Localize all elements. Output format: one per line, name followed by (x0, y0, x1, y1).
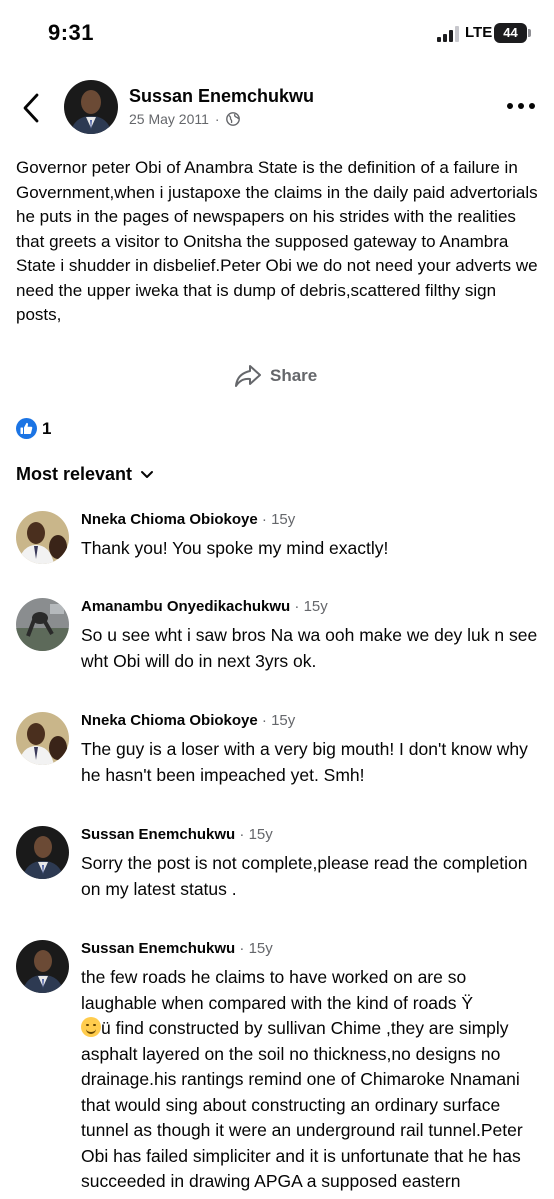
comment-header: Sussan Enemchukwu · 15y (81, 826, 273, 843)
commenter-name[interactable]: Sussan Enemchukwu (81, 940, 235, 957)
avatar-photo (64, 80, 118, 134)
commenter-avatar[interactable] (16, 712, 69, 765)
author-avatar[interactable] (64, 80, 118, 134)
comment-text: Thank you! You spoke my mind exactly! (81, 538, 389, 558)
comment-item: Amanambu Onyedikachukwu · 15y So u see w… (16, 598, 546, 678)
comment-time[interactable]: 15y (249, 826, 273, 843)
thumbs-up-icon (20, 422, 33, 434)
commenter-avatar[interactable] (16, 826, 69, 879)
commenter-name[interactable]: Nneka Chioma Obiokoye (81, 712, 258, 729)
facebook-post-screen: 9:31 LTE 44 Sussan Enemchukwu 25 May 201… (0, 0, 554, 1199)
commenter-avatar[interactable] (16, 511, 69, 564)
meta-separator: · (214, 111, 220, 127)
commenter-avatar[interactable] (16, 598, 69, 651)
comment-sort-dropdown[interactable]: Most relevant (16, 464, 154, 485)
cellular-signal-icon (437, 26, 459, 42)
commenter-name[interactable]: Sussan Enemchukwu (81, 826, 235, 843)
battery-icon: 44 (494, 23, 531, 43)
comment-text: So u see wht i saw bros Na wa ooh make w… (81, 625, 538, 671)
commenter-avatar[interactable] (16, 940, 69, 993)
comment-time[interactable]: 15y (304, 598, 328, 615)
share-icon (235, 365, 261, 387)
status-bar: 9:31 LTE 44 (0, 0, 554, 66)
commenter-name[interactable]: Nneka Chioma Obiokoye (81, 511, 258, 528)
comment-item: Sussan Enemchukwu · 15y Sorry the post i… (16, 826, 546, 906)
post-text: Governor peter Obi of Anambra State is t… (16, 158, 538, 324)
comment-text: The guy is a loser with a very big mouth… (81, 739, 528, 785)
author-name[interactable]: Sussan Enemchukwu (129, 86, 314, 107)
comment-header: Sussan Enemchukwu · 15y (81, 940, 273, 957)
post-date[interactable]: 25 May 2011 (129, 111, 209, 127)
comment-header: Nneka Chioma Obiokoye · 15y (81, 511, 296, 528)
chevron-down-icon (141, 470, 154, 478)
comment-time[interactable]: 15y (271, 712, 295, 729)
share-button[interactable]: Share (234, 362, 317, 390)
status-time: 9:31 (48, 20, 95, 45)
network-type: LTE (465, 24, 493, 41)
back-button[interactable] (16, 90, 46, 126)
battery-level: 44 (494, 23, 527, 43)
reactions-summary[interactable]: 1 (16, 418, 51, 439)
comment-text: Sorry the post is not complete,please re… (81, 853, 528, 899)
comment-item: Nneka Chioma Obiokoye · 15y Thank you! Y… (16, 511, 546, 567)
post-meta: 25 May 2011 · (129, 111, 240, 127)
comment-time[interactable]: 15y (249, 940, 273, 957)
like-reaction-icon (16, 418, 37, 439)
comment-item: Nneka Chioma Obiokoye · 15y The guy is a… (16, 712, 546, 792)
comment-header: Nneka Chioma Obiokoye · 15y (81, 712, 296, 729)
commenter-name[interactable]: Amanambu Onyedikachukwu (81, 598, 290, 615)
more-options-icon[interactable] (506, 100, 536, 112)
share-label: Share (270, 366, 318, 385)
reaction-count: 1 (42, 418, 52, 438)
comment-item: Sussan Enemchukwu · 15y the few roads he… (16, 940, 546, 1199)
post-header: Sussan Enemchukwu 25 May 2011 · (0, 74, 554, 144)
chevron-left-icon (23, 93, 39, 123)
globe-icon (225, 112, 240, 126)
comment-time[interactable]: 15y (271, 511, 295, 528)
smiling-emoji-icon (81, 1017, 101, 1037)
comment-header: Amanambu Onyedikachukwu · 15y (81, 598, 328, 615)
comment-text: the few roads he claims to have worked o… (81, 967, 523, 1191)
sort-label: Most relevant (16, 464, 133, 484)
